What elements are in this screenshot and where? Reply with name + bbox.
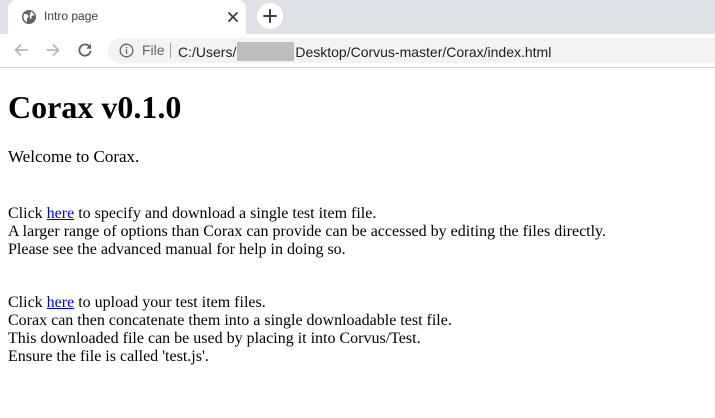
page-content: Corax v0.1.0 Welcome to Corax. Click her… — [0, 68, 715, 418]
click-text: Click — [8, 294, 43, 311]
back-button[interactable] — [11, 40, 31, 60]
download-instruction-line: Click here to specify and download a sin… — [8, 205, 606, 223]
close-icon[interactable] — [225, 9, 241, 25]
address-bar[interactable]: File C:/Users/Desktop/Corvus-master/Cora… — [108, 38, 715, 63]
download-here-link[interactable]: here — [47, 205, 75, 222]
welcome-text: Welcome to Corax. — [8, 147, 140, 166]
upload-section: Click here to upload your test item file… — [8, 294, 452, 366]
concatenate-note: Corax can then concatenate them into a s… — [8, 312, 452, 329]
info-icon[interactable] — [119, 43, 134, 58]
redacted-username — [237, 42, 295, 61]
manual-note: Please see the advanced manual for help … — [8, 241, 346, 258]
plus-icon — [263, 9, 277, 23]
browser-toolbar: File C:/Users/Desktop/Corvus-master/Cora… — [0, 34, 715, 68]
reload-button[interactable] — [75, 40, 95, 60]
click-text: Click — [8, 205, 43, 222]
url-prefix: C:/Users/ — [178, 44, 237, 60]
tab-strip: Intro page — [0, 0, 715, 34]
options-note: A larger range of options than Corax can… — [8, 223, 607, 240]
filename-note: Ensure the file is called 'test.js'. — [8, 348, 209, 365]
browser-window: Intro page File C:/Users/ Desktop/Corvus… — [0, 0, 715, 418]
new-tab-button[interactable] — [257, 3, 283, 29]
url-text: C:/Users/Desktop/Corvus-master/Corax/ind… — [178, 42, 551, 61]
divider — [170, 43, 171, 58]
placement-note: This downloaded file can be used by plac… — [8, 330, 421, 347]
reload-icon — [78, 43, 92, 57]
arrow-right-icon — [46, 44, 60, 56]
tab-intro-page[interactable]: Intro page — [8, 0, 246, 34]
arrow-left-icon — [14, 44, 28, 56]
scheme-label: File — [142, 42, 165, 58]
page-title: Corax v0.1.0 — [8, 89, 182, 125]
url-suffix: Desktop/Corvus-master/Corax/index.html — [295, 44, 552, 60]
download-instruction-text: to specify and download a single test it… — [78, 205, 377, 222]
upload-here-link[interactable]: here — [47, 294, 75, 311]
upload-instruction-text: to upload your test item files. — [78, 294, 266, 311]
globe-icon — [21, 9, 37, 25]
tab-title: Intro page — [44, 9, 99, 23]
download-section: Click here to specify and download a sin… — [8, 205, 606, 259]
forward-button[interactable] — [43, 40, 63, 60]
upload-instruction-line: Click here to upload your test item file… — [8, 294, 452, 312]
